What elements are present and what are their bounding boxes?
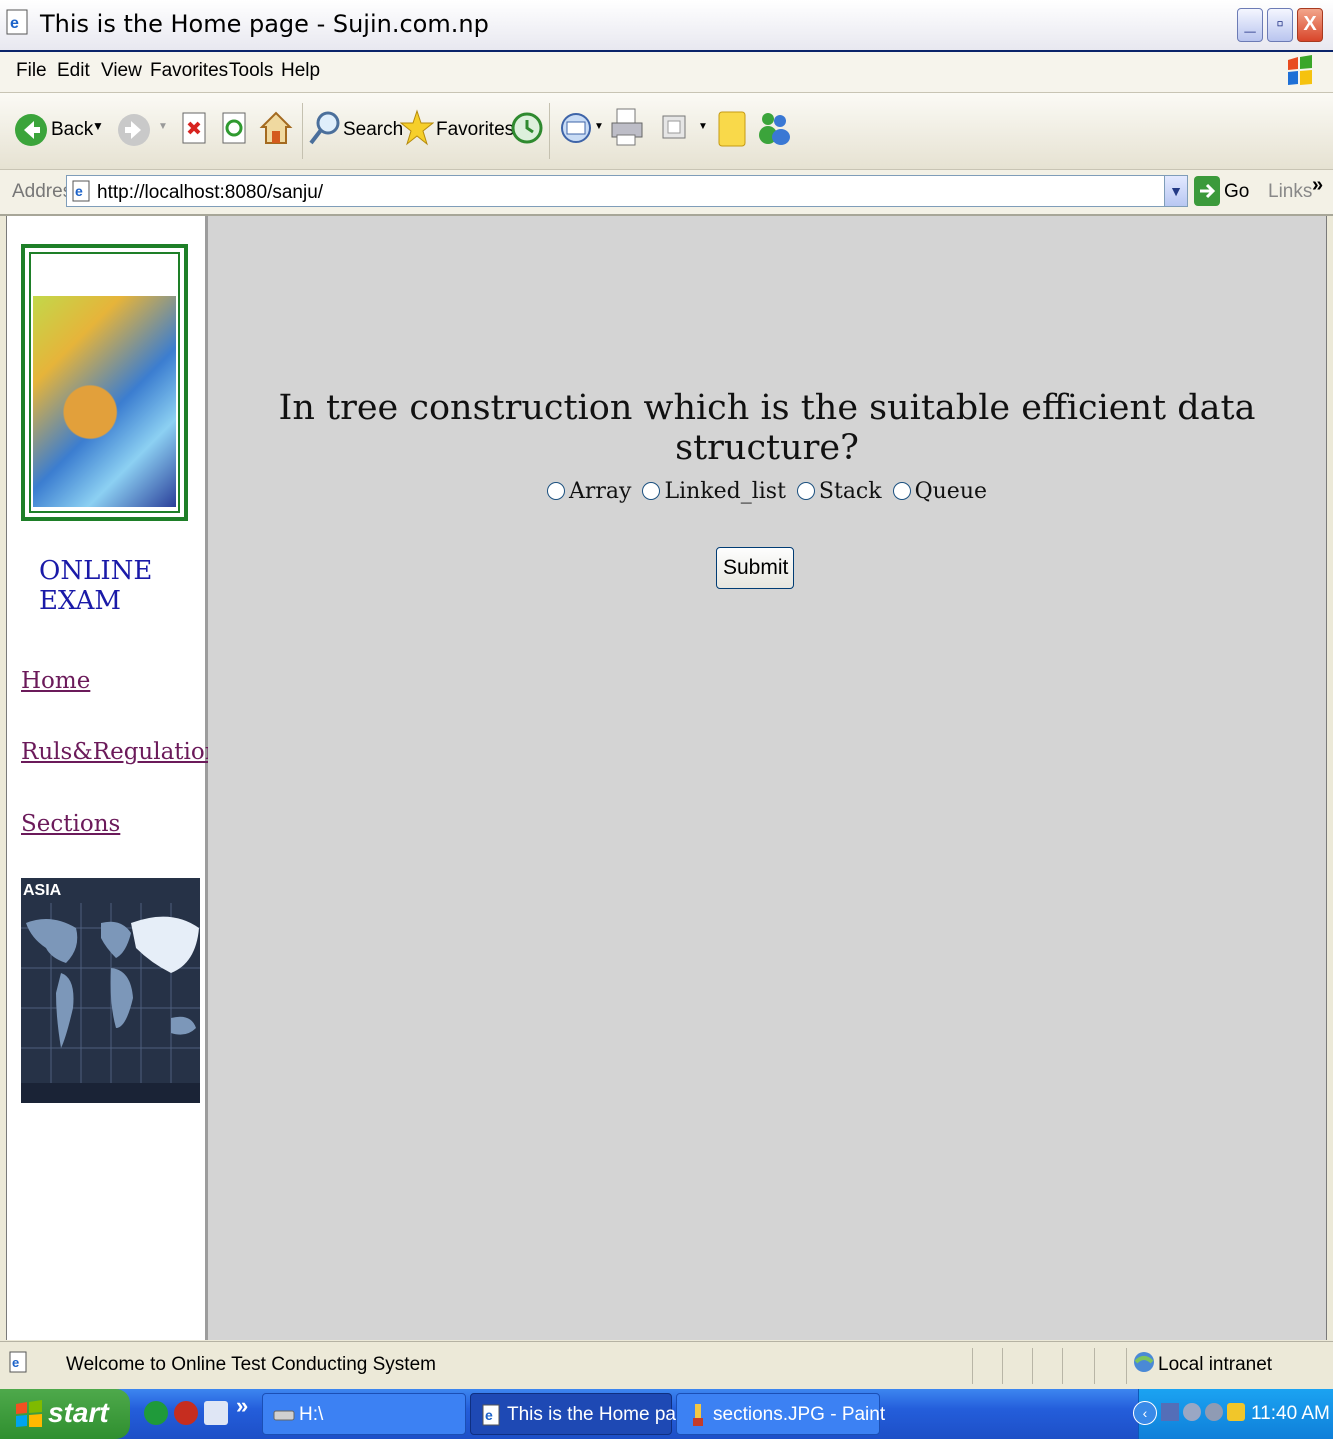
windows-logo-icon <box>1288 55 1312 85</box>
answer-options: Array Linked_list Stack Queue <box>208 479 1326 504</box>
radio-button[interactable] <box>546 482 565 500</box>
start-button[interactable]: start <box>0 1389 130 1439</box>
stop-icon[interactable] <box>180 111 208 147</box>
address-dropdown-icon[interactable]: ▼ <box>1164 176 1187 206</box>
mail-dropdown-icon[interactable]: ▼ <box>594 121 604 132</box>
clock[interactable]: 11:40 AM <box>1251 1403 1330 1425</box>
links-label[interactable]: Links <box>1268 181 1312 203</box>
radio-button[interactable] <box>642 482 661 500</box>
edit-dropdown-icon[interactable]: ▼ <box>698 121 708 132</box>
taskbar: start » H:\ e This is the Home pag... se… <box>0 1389 1333 1439</box>
minimize-button[interactable]: _ <box>1237 8 1263 42</box>
notes-icon[interactable] <box>716 109 748 149</box>
go-button[interactable]: Go <box>1224 181 1249 203</box>
menu-bar: File Edit View Favorites Tools Help <box>0 52 1333 93</box>
back-label[interactable]: Back <box>51 119 93 141</box>
history-icon[interactable] <box>510 111 544 145</box>
exam-logo-image <box>33 296 176 507</box>
toolbar-separator <box>549 103 550 159</box>
option-linked-list[interactable]: Linked_list <box>642 479 786 504</box>
radio-button[interactable] <box>796 482 815 500</box>
menu-help[interactable]: Help <box>281 60 320 82</box>
address-input[interactable]: e http://localhost:8080/sanju/ ▼ <box>66 175 1188 207</box>
menu-view[interactable]: View <box>101 60 142 82</box>
option-stack[interactable]: Stack <box>796 479 882 504</box>
refresh-icon[interactable] <box>220 111 248 147</box>
volume-tray-icon[interactable] <box>1183 1403 1201 1421</box>
taskbar-item-paint[interactable]: sections.JPG - Paint <box>676 1393 885 1435</box>
site-heading: ONLINE EXAM <box>39 556 153 616</box>
windows-logo-icon <box>16 1400 42 1427</box>
edit-page-icon[interactable] <box>660 113 688 141</box>
svg-text:e: e <box>10 15 19 32</box>
svg-text:e: e <box>12 1355 19 1370</box>
ie-page-icon: e <box>72 180 90 202</box>
ie-page-icon: e <box>9 1351 27 1373</box>
taskbar-item-drive[interactable]: H:\ <box>262 1393 466 1435</box>
media-player-quicklaunch-icon[interactable] <box>174 1401 198 1425</box>
svg-text:e: e <box>485 1407 493 1423</box>
submit-button[interactable]: Submit <box>716 547 794 589</box>
menu-tools[interactable]: Tools <box>229 60 273 82</box>
ie-quicklaunch-icon[interactable] <box>144 1401 168 1425</box>
messenger-tray-icon[interactable] <box>1205 1403 1223 1421</box>
main-content: In tree construction which is the suitab… <box>208 216 1326 1340</box>
search-icon[interactable] <box>308 109 342 147</box>
update-tray-icon[interactable] <box>1227 1403 1245 1421</box>
forward-arrow-icon[interactable] <box>117 113 151 147</box>
taskbar-item-browser[interactable]: e This is the Home pag... <box>470 1393 702 1435</box>
sidebar: ONLINE EXAM Home Ruls&Regulations Sectio… <box>7 216 231 1340</box>
local-intranet-icon <box>1134 1352 1154 1372</box>
forward-dropdown-icon[interactable]: ▼ <box>158 121 168 132</box>
toolbar: Back ▼ ▼ Search Favorites ▼ ▼ <box>0 93 1333 170</box>
favorites-star-icon[interactable] <box>400 109 434 147</box>
status-text: Welcome to Online Test Conducting System <box>66 1354 436 1375</box>
restore-button[interactable]: ▫ <box>1267 8 1293 42</box>
system-tray: ‹ 11:40 AM <box>1133 1389 1333 1439</box>
world-map-graphic <box>21 903 200 1103</box>
network-tray-icon[interactable] <box>1161 1403 1179 1421</box>
paint-icon <box>693 1404 703 1426</box>
home-icon[interactable] <box>259 109 293 147</box>
map-label: ASIA <box>23 882 62 899</box>
nav-link-rules[interactable]: Ruls&Regulations <box>21 739 231 765</box>
menu-file[interactable]: File <box>16 60 47 82</box>
toolbar-separator <box>302 103 303 159</box>
option-array[interactable]: Array <box>546 479 631 504</box>
go-arrow-icon[interactable] <box>1194 176 1220 206</box>
world-map-image: ASIA <box>21 878 200 1103</box>
ie-page-icon: e <box>482 1404 500 1426</box>
address-bar: Address e http://localhost:8080/sanju/ ▼… <box>0 170 1333 216</box>
back-arrow-icon[interactable] <box>14 113 48 147</box>
messenger-icon[interactable] <box>756 109 792 147</box>
favorites-label[interactable]: Favorites <box>436 119 514 141</box>
svg-text:e: e <box>75 183 83 199</box>
browser-viewport: ONLINE EXAM Home Ruls&Regulations Sectio… <box>6 216 1327 1340</box>
option-queue[interactable]: Queue <box>892 479 987 504</box>
status-bar: e Welcome to Online Test Conducting Syst… <box>0 1341 1333 1390</box>
nav-link-sections[interactable]: Sections <box>21 811 120 837</box>
window-title: This is the Home page - Sujin.com.np <box>40 10 489 38</box>
close-button[interactable]: X <box>1297 8 1323 42</box>
back-dropdown-icon[interactable]: ▼ <box>92 119 104 133</box>
mail-icon[interactable] <box>560 111 596 145</box>
address-url: http://localhost:8080/sanju/ <box>97 182 324 203</box>
nav-link-home[interactable]: Home <box>21 668 90 694</box>
drive-icon <box>273 1410 295 1421</box>
title-bar: e This is the Home page - Sujin.com.np _… <box>0 0 1333 52</box>
question-text: In tree construction which is the suitab… <box>278 388 1256 468</box>
quicklaunch-chevron-icon[interactable]: » <box>236 1393 248 1419</box>
menu-edit[interactable]: Edit <box>57 60 90 82</box>
print-icon[interactable] <box>609 107 645 147</box>
logo-frame <box>21 244 188 521</box>
ie-page-icon: e <box>6 9 28 35</box>
radio-button[interactable] <box>892 482 911 500</box>
tray-expand-icon[interactable]: ‹ <box>1133 1401 1157 1425</box>
links-chevron-icon[interactable]: » <box>1312 174 1323 197</box>
menu-favorites[interactable]: Favorites <box>150 60 228 82</box>
search-label[interactable]: Search <box>343 119 403 141</box>
desktop-quicklaunch-icon[interactable] <box>204 1401 228 1425</box>
security-zone-label: Local intranet <box>1158 1354 1273 1375</box>
